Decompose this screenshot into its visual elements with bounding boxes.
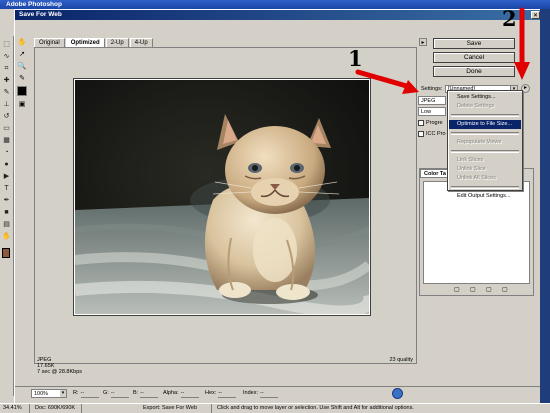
readout-r: R: -- (73, 390, 99, 398)
status-hint: Click and drag to move layer or selectio… (217, 405, 414, 411)
crop-tool-icon[interactable]: ⌗ (2, 64, 11, 73)
foreground-color-swatch[interactable] (2, 248, 10, 258)
chevron-down-icon: ▾ (60, 390, 66, 397)
progressive-checkbox[interactable]: Progre (418, 119, 443, 127)
eyedropper-color-icon[interactable] (17, 86, 27, 96)
info-download-time: 7 sec @ 28.8Kbps (37, 369, 83, 375)
photoshop-toolbox: ⬚ ∿ ⌗ ✚ ✎ ⊥ ↺ ▭ ▦ ◔ ● ▶ T ✒ ■ ▤ ✋ (0, 36, 14, 396)
tab-original[interactable]: Original (34, 38, 65, 47)
readout-hex: Hex: -- (205, 390, 237, 398)
type-tool-icon[interactable]: T (2, 184, 11, 193)
heal-tool-icon[interactable]: ✚ (2, 76, 11, 85)
dialog-title: Save For Web (19, 11, 62, 18)
menu-item-optimize-to-file-size[interactable]: Optimize to File Size... (449, 120, 521, 129)
menu-item-save-settings[interactable]: Save Settings... (449, 93, 521, 102)
menu-item-edit-output-settings[interactable]: Edit Output Settings... (449, 192, 521, 201)
status-doc-size: Doc: 690K/690K (32, 404, 82, 413)
stamp-tool-icon[interactable]: ⊥ (2, 100, 11, 109)
preview-toolbar: 100% ▾ R: -- G: -- B: -- Alpha: -- Hex: -- In… (15, 386, 543, 399)
kitten-image (74, 80, 376, 318)
eyedropper-icon[interactable]: ✎ (17, 74, 27, 84)
readout-b: B: -- (133, 390, 159, 398)
quality-select[interactable]: Low (418, 107, 446, 116)
delete-color-icon[interactable]: ▢ (486, 286, 492, 293)
preview-menu-icon[interactable]: ▸ (419, 38, 427, 46)
tab-2-up[interactable]: 2-Up (105, 38, 129, 47)
status-zoom: 34.41% (0, 404, 30, 413)
tab-color-table[interactable]: Color Ta (420, 169, 450, 178)
icc-label: ICC Pro (426, 131, 446, 137)
pen-tool-icon[interactable]: ✒ (2, 196, 11, 205)
new-color-icon[interactable]: ▢ (470, 286, 476, 293)
photoshop-titlebar: Adobe Photoshop (0, 0, 550, 9)
color-table-buttons: ▢ ▢ ▢ ▢ (450, 286, 530, 294)
history-brush-icon[interactable]: ↺ (2, 112, 11, 121)
blur-tool-icon[interactable]: ◔ (2, 148, 11, 157)
readout-alpha: Alpha: -- (163, 390, 199, 398)
menu-separator (451, 186, 519, 189)
menu-item-unlink-slice: Unlink Slice (457, 166, 486, 172)
status-bar: 34.41% Doc: 690K/690K Export: Save For W… (0, 403, 550, 413)
zoom-tool-icon[interactable]: 🔍 (17, 62, 27, 72)
palette-strip (540, 9, 550, 403)
tab-optimized[interactable]: Optimized (65, 38, 105, 47)
cancel-button[interactable]: Cancel (433, 52, 515, 63)
menu-separator (451, 150, 519, 153)
settings-menu: Save Settings... Delete Settings Optimiz… (447, 90, 523, 199)
status-export: Export: Save For Web (140, 404, 212, 413)
shape-tool-icon[interactable]: ■ (2, 208, 11, 217)
progressive-label: Progre (426, 120, 443, 126)
dialog-tools: ✋ ↗ 🔍 ✎ ▣ (16, 38, 28, 118)
dialog-titlebar: Save For Web × (15, 10, 541, 20)
gradient-tool-icon[interactable]: ▦ (2, 136, 11, 145)
menu-item-delete-settings: Delete Settings (457, 103, 495, 109)
save-for-web-dialog: Save For Web × ✋ ↗ 🔍 ✎ ▣ Original Optimi… (14, 9, 543, 404)
save-button[interactable]: Save (433, 38, 515, 49)
menu-separator (451, 114, 519, 117)
settings-label: Settings: (421, 86, 443, 92)
checkbox-icon (418, 130, 424, 137)
preview-info: JPEG 17.65K 7 sec @ 28.8Kbps 23 quality (37, 357, 415, 379)
icc-profile-checkbox[interactable]: ICC Pro (418, 130, 446, 138)
menu-item-unlink-all-slices: Unlink All Slices (457, 175, 496, 181)
preview-in-browser-icon[interactable] (392, 388, 403, 399)
toggle-slices-icon[interactable]: ▣ (17, 100, 27, 110)
menu-item-repopulate-views: Repopulate Views (457, 139, 502, 145)
format-select[interactable]: JPEG (418, 96, 446, 105)
hand-tool-icon[interactable]: ✋ (2, 232, 11, 241)
info-quality: 23 quality (389, 357, 413, 363)
table-menu-icon[interactable]: ▢ (502, 286, 508, 293)
readout-g: G: -- (103, 390, 129, 398)
hand-tool-icon[interactable]: ✋ (17, 38, 27, 48)
view-tabs: Original Optimized 2-Up 4-Up (34, 38, 154, 47)
slice-select-icon[interactable]: ↗ (17, 50, 27, 60)
zoom-value: 100% (34, 391, 49, 397)
notes-tool-icon[interactable]: ▤ (2, 220, 11, 229)
kitten-photo (73, 78, 376, 318)
readout-index: Index: -- (243, 390, 278, 398)
menu-item-link-slices: Link Slices (457, 157, 484, 163)
dodge-tool-icon[interactable]: ● (2, 160, 11, 169)
close-icon[interactable]: × (531, 11, 540, 19)
lock-color-icon[interactable]: ▢ (454, 286, 460, 293)
checkbox-icon (418, 119, 424, 126)
eraser-tool-icon[interactable]: ▭ (2, 124, 11, 133)
menu-separator (451, 132, 519, 135)
brush-tool-icon[interactable]: ✎ (2, 88, 11, 97)
path-select-icon[interactable]: ▶ (2, 172, 11, 181)
zoom-select[interactable]: 100% ▾ (31, 389, 67, 398)
done-button[interactable]: Done (433, 66, 515, 77)
marquee-tool-icon[interactable]: ⬚ (2, 40, 11, 49)
tab-4-up[interactable]: 4-Up (129, 38, 153, 47)
lasso-tool-icon[interactable]: ∿ (2, 52, 11, 61)
